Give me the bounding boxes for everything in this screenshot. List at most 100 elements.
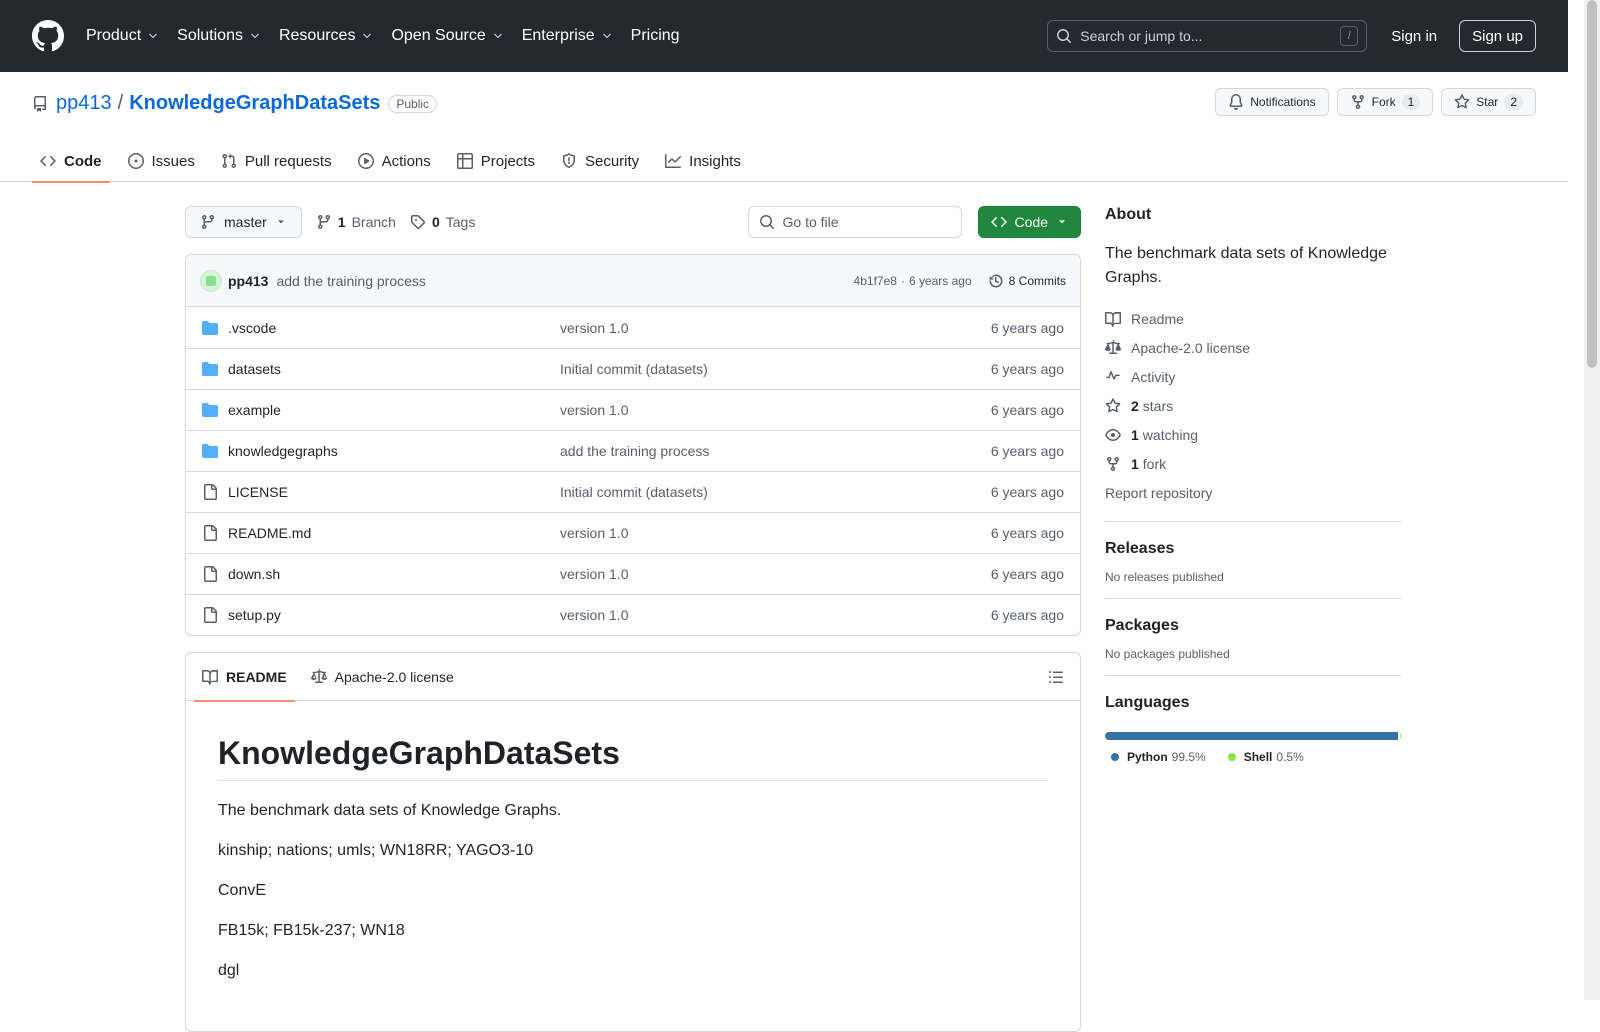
tag-icon [410,215,425,230]
star-button[interactable]: Star 2 [1441,88,1536,116]
search-shortcut-key: / [1340,26,1359,46]
divider [1105,675,1401,676]
fork-button[interactable]: Fork 1 [1336,88,1434,116]
file-commit-message-link[interactable]: version 1.0 [560,566,991,582]
tab-security[interactable]: Security [553,140,647,182]
activity-link[interactable]: Activity [1105,362,1401,391]
readme-content: The benchmark data sets of Knowledge Gra… [218,801,1048,981]
github-logo-icon[interactable] [32,20,64,52]
file-name-link[interactable]: LICENSE [228,484,560,500]
tab-issues[interactable]: Issues [120,140,203,182]
packages-heading[interactable]: Packages [1105,617,1401,635]
license-link[interactable]: Apache-2.0 license [1105,333,1401,362]
sign-up-button[interactable]: Sign up [1459,20,1536,52]
avatar[interactable] [200,269,222,292]
packages-empty-text: No packages published [1105,647,1230,661]
nav-item-resources[interactable]: Resources [279,27,373,45]
notifications-button[interactable]: Notifications [1215,88,1329,116]
forks-link[interactable]: 1 fork [1105,449,1401,478]
file-commit-message-link[interactable]: version 1.0 [560,607,991,623]
file-name-link[interactable]: setup.py [228,607,560,623]
nav-item-pricing[interactable]: Pricing [631,27,680,45]
watching-link[interactable]: 1 watching [1105,420,1401,449]
file-commit-message-link[interactable]: Initial commit (datasets) [560,361,991,377]
nav-item-open-source[interactable]: Open Source [391,27,503,45]
book-icon [1105,311,1121,327]
nav-item-label: Solutions [177,27,243,44]
star-count: 2 [1504,94,1523,110]
commit-hash-link[interactable]: 4b1f7e8 [854,274,897,288]
book-icon [202,669,218,685]
tab-label: Issues [151,152,195,170]
commit-message-link[interactable]: add the training process [276,273,425,289]
list-unordered-icon[interactable] [1048,669,1064,685]
license-link-label: Apache-2.0 license [1131,339,1251,356]
file-name-link[interactable]: README.md [228,525,560,541]
tag-label: Tags [445,214,476,230]
issue-icon [127,153,144,169]
file-commit-message-link[interactable]: version 1.0 [560,402,991,418]
tab-insights[interactable]: Insights [657,140,749,182]
fork-label: Fork [1371,95,1396,109]
repo-name-link[interactable]: KnowledgeGraphDataSets [129,92,380,115]
file-commit-message-link[interactable]: Initial commit (datasets) [560,484,991,500]
file-commit-message-link[interactable]: version 1.0 [560,525,991,541]
commit-author-link[interactable]: pp413 [228,273,268,289]
readme-link[interactable]: Readme [1105,304,1401,333]
repo-actions: Notifications Fork 1 Star 2 [1215,88,1536,116]
branches-link[interactable]: 1 Branch [316,214,396,230]
file-age: 6 years ago [990,484,1064,500]
branch-selector[interactable]: master [185,206,302,238]
history-icon [989,274,1003,287]
file-commit-message-link[interactable]: version 1.0 [560,320,991,336]
code-button-label: Code [1014,214,1048,230]
file-name-link[interactable]: .vscode [228,320,560,336]
file-age: 6 years ago [990,525,1064,541]
languages-bar [1105,732,1401,740]
repo-slash: / [117,92,124,114]
tab-pull-requests[interactable]: Pull requests [213,140,340,182]
main-content: master 1 Branch 0 Tags Go to file Code p… [185,206,1081,1032]
file-name-link[interactable]: datasets [228,361,560,377]
stars-link[interactable]: 2 stars [1105,391,1401,420]
language-item-python[interactable]: Python 99.5% [1111,750,1206,764]
file-age: 6 years ago [990,566,1064,582]
file-browser: pp413 add the training process 4b1f7e8 ·… [185,254,1081,636]
code-dropdown-button[interactable]: Code [977,206,1081,238]
folder-icon [202,403,218,417]
tags-link[interactable]: 0 Tags [410,214,475,230]
sign-in-link[interactable]: Sign in [1391,28,1437,45]
file-commit-message-link[interactable]: add the training process [560,443,991,459]
repo-owner-link[interactable]: pp413 [56,92,112,115]
page-scrollbar[interactable] [1584,0,1600,1000]
tab-projects[interactable]: Projects [449,140,543,182]
tab-actions[interactable]: Actions [350,140,439,182]
nav-item-enterprise[interactable]: Enterprise [522,27,613,45]
releases-heading[interactable]: Releases [1105,540,1401,558]
report-repository-link[interactable]: Report repository [1105,478,1401,507]
go-to-file-input[interactable]: Go to file [747,206,962,238]
file-name-link[interactable]: down.sh [228,566,560,582]
latest-commit-row: pp413 add the training process 4b1f7e8 ·… [186,255,1080,307]
file-icon [204,607,217,623]
file-name-link[interactable]: knowledgegraphs [228,443,560,459]
search-input[interactable]: Search or jump to... / [1047,20,1368,52]
nav-item-solutions[interactable]: Solutions [177,27,261,45]
repo-description: The benchmark data sets of Knowledge Gra… [1105,245,1387,286]
commit-separator: · [900,273,905,288]
file-age: 6 years ago [990,607,1064,623]
language-item-shell[interactable]: Shell 0.5% [1227,750,1304,764]
scrollbar-thumb[interactable] [1587,0,1597,368]
table-row: datasets Initial commit (datasets) 6 years… [186,348,1080,389]
language-percent: 99.5% [1171,750,1206,764]
tab-code[interactable]: Code [32,140,110,183]
bell-icon [1229,94,1243,110]
repo-header: pp413 / KnowledgeGraphDataSets Public No… [0,72,1568,183]
nav-item-product[interactable]: Product [86,27,159,45]
repo-icon [33,95,46,112]
stars-label: stars [1142,397,1174,414]
commits-history-link[interactable]: 8 Commits [988,273,1066,289]
tab-license[interactable]: Apache-2.0 license [310,653,454,701]
file-name-link[interactable]: example [228,402,560,418]
tab-readme[interactable]: README [194,653,295,702]
